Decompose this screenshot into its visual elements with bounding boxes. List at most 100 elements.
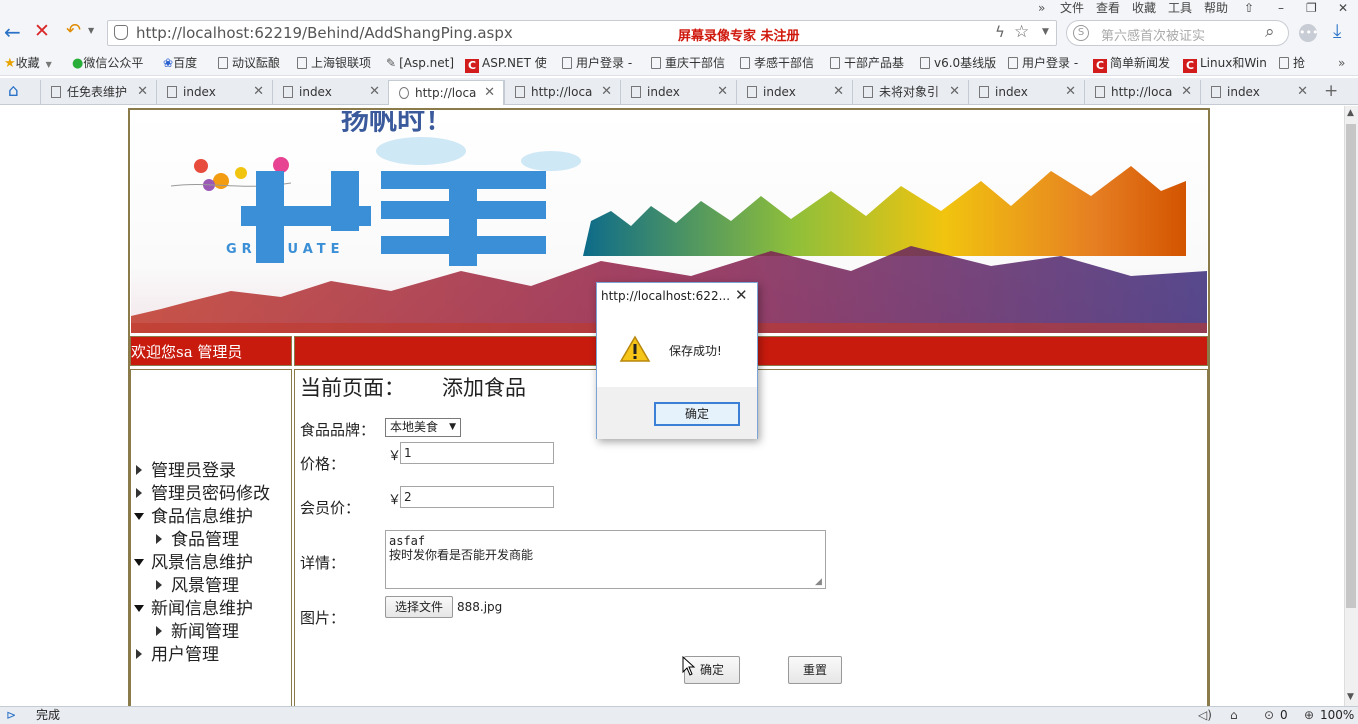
close-tab-icon[interactable]: ✕ (717, 80, 728, 104)
back-icon[interactable]: ← (4, 20, 21, 44)
member-price-input[interactable]: 2 (400, 486, 554, 508)
dropdown-icon[interactable]: ▼ (1042, 27, 1049, 37)
price-input[interactable]: 1 (400, 442, 554, 464)
fav-item-10[interactable]: 干部产品基 (830, 55, 904, 71)
nav-admin-password[interactable]: 管理员密码修改 (136, 483, 270, 505)
fav-item-11[interactable]: v6.0基线版 (920, 55, 996, 71)
search-icon[interactable]: ⌕ (1265, 22, 1275, 42)
tab-0[interactable]: 任免表维护 ✕ (40, 80, 156, 105)
home-icon[interactable]: ⌂ (8, 81, 19, 101)
collapse-icon (134, 513, 144, 520)
fav-item-9[interactable]: 孝感干部信 (740, 55, 814, 71)
download-icon[interactable]: ⤓ (1333, 20, 1341, 42)
undo-icon[interactable]: ↶ (66, 20, 81, 41)
search-engine-icon[interactable]: S (1073, 25, 1089, 41)
nav-admin-login[interactable]: 管理员登录 (136, 460, 236, 482)
scroll-down-icon[interactable]: ▼ (1347, 692, 1354, 702)
fav-wechat[interactable]: ●微信公众平 (72, 55, 143, 72)
search-box[interactable]: S 第六感首次被证实 ⌕ (1066, 20, 1289, 46)
menu-file[interactable]: 文件 (1060, 0, 1084, 16)
close-tab-icon[interactable]: ✕ (253, 80, 264, 104)
tab-9[interactable]: http://loca ✕ (1084, 80, 1200, 105)
close-tab-icon[interactable]: ✕ (601, 80, 612, 104)
scrollbar-thumb[interactable] (1346, 124, 1356, 608)
account-icon[interactable]: ••• (1299, 24, 1318, 42)
tab-7[interactable]: 未将对象引 ✕ (852, 80, 968, 105)
sidebar-toggle-icon[interactable]: ⊳ (6, 707, 16, 724)
menu-help[interactable]: 帮助 (1204, 0, 1228, 16)
close-tab-icon[interactable]: ✕ (369, 80, 380, 104)
nav-food-info[interactable]: 食品信息维护 (134, 506, 253, 528)
page-icon (631, 86, 641, 98)
lightning-icon[interactable]: ϟ (995, 23, 1005, 41)
new-tab-icon[interactable]: + (1324, 81, 1338, 101)
tab-5[interactable]: index ✕ (620, 80, 736, 105)
image-label: 图片： (300, 609, 346, 627)
star-icon[interactable]: ☆ (1014, 22, 1029, 42)
tab-3-active[interactable]: http://loca ✕ (388, 80, 504, 105)
mouse-cursor-icon (682, 656, 696, 676)
nav-news-manage[interactable]: 新闻管理 (156, 621, 239, 643)
dialog-ok-button[interactable]: 确定 (654, 402, 740, 426)
menu-tools[interactable]: 工具 (1168, 0, 1192, 16)
close-tab-icon[interactable]: ✕ (137, 80, 148, 104)
close-tab-icon[interactable]: ✕ (1297, 80, 1308, 104)
minimize-icon[interactable]: – (1278, 0, 1284, 16)
stop-icon[interactable]: ✕ (34, 20, 50, 42)
skin-icon[interactable]: ⇧ (1244, 0, 1254, 16)
close-tab-icon[interactable]: ✕ (1181, 80, 1192, 104)
tab-10[interactable]: index ✕ (1200, 80, 1316, 105)
close-window-icon[interactable]: ✕ (1338, 0, 1348, 16)
close-tab-icon[interactable]: ✕ (833, 80, 844, 104)
url-text[interactable]: http://localhost:62219/Behind/AddShangPi… (136, 24, 513, 42)
close-tab-icon[interactable]: ✕ (949, 80, 960, 104)
fav-item-8[interactable]: 重庆干部信 (651, 55, 725, 71)
fav-item-14[interactable]: C Linux和Win (1183, 55, 1267, 73)
undo-dropdown-icon[interactable]: ▼ (88, 26, 94, 35)
more-chevron-icon[interactable]: » (1038, 0, 1045, 16)
zoom-icon[interactable]: ⊕ (1304, 707, 1314, 724)
welcome-text: 欢迎您sa 管理员 (131, 343, 243, 361)
fav-baidu[interactable]: ❀百度 (163, 55, 197, 71)
dialog-close-icon[interactable]: ✕ (735, 286, 748, 304)
page-icon (1095, 86, 1105, 98)
favorites-button[interactable]: ★收藏 ▼ (4, 55, 52, 73)
close-tab-icon[interactable]: ✕ (1065, 80, 1076, 104)
fav-item-13[interactable]: C 简单新闻发 (1093, 55, 1170, 73)
menu-view[interactable]: 查看 (1096, 0, 1120, 16)
nav-scenery-info[interactable]: 风景信息维护 (134, 552, 253, 574)
nav-user-manage[interactable]: 用户管理 (136, 644, 219, 666)
more-favorites-icon[interactable]: » (1338, 55, 1345, 71)
search-input[interactable]: 第六感首次被证实 (1101, 25, 1205, 44)
fav-item-12[interactable]: 用户登录 - (1008, 55, 1078, 71)
fav-item-15[interactable]: 抢 (1279, 55, 1305, 71)
reset-button[interactable]: 重置 (788, 656, 842, 684)
restore-icon[interactable]: ❐ (1306, 0, 1317, 16)
tab-1[interactable]: index ✕ (156, 80, 272, 105)
resize-handle-icon[interactable]: ◢ (815, 577, 822, 587)
zoom-level[interactable]: 100% (1320, 707, 1354, 724)
detail-textarea[interactable]: asfaf 按时发你看是否能开发商能 (385, 530, 826, 589)
fav-item-5[interactable]: ✎ [Asp.net] (386, 55, 454, 71)
menu-favorites[interactable]: 收藏 (1132, 0, 1156, 16)
fav-item-3[interactable]: 动议酝酿 (218, 55, 280, 71)
fav-item-7[interactable]: 用户登录 - (562, 55, 632, 71)
c-logo-icon: C (1183, 59, 1197, 73)
nav-food-manage[interactable]: 食品管理 (156, 529, 239, 551)
briefcase-icon[interactable]: ⌂ (1230, 707, 1238, 724)
volume-icon[interactable]: ◁) (1198, 707, 1212, 724)
nav-scenery-manage[interactable]: 风景管理 (156, 575, 239, 597)
choose-file-button[interactable]: 选择文件 (385, 596, 453, 618)
tab-6[interactable]: index ✕ (736, 80, 852, 105)
tab-4[interactable]: http://loca ✕ (504, 80, 620, 105)
scroll-up-icon[interactable]: ▲ (1347, 108, 1354, 118)
shield-status-icon[interactable]: ⊙ (1264, 707, 1274, 724)
fav-item-4[interactable]: 上海银联项 (297, 55, 371, 71)
address-bar[interactable]: http://localhost:62219/Behind/AddShangPi… (107, 20, 1057, 46)
fav-item-6[interactable]: C ASP.NET 使 (465, 55, 547, 73)
tab-8[interactable]: index ✕ (968, 80, 1084, 105)
close-tab-icon[interactable]: ✕ (484, 81, 495, 105)
nav-news-info[interactable]: 新闻信息维护 (134, 598, 253, 620)
brand-select[interactable]: 本地美食 ▼ (385, 418, 461, 437)
tab-2[interactable]: index ✕ (272, 80, 388, 105)
